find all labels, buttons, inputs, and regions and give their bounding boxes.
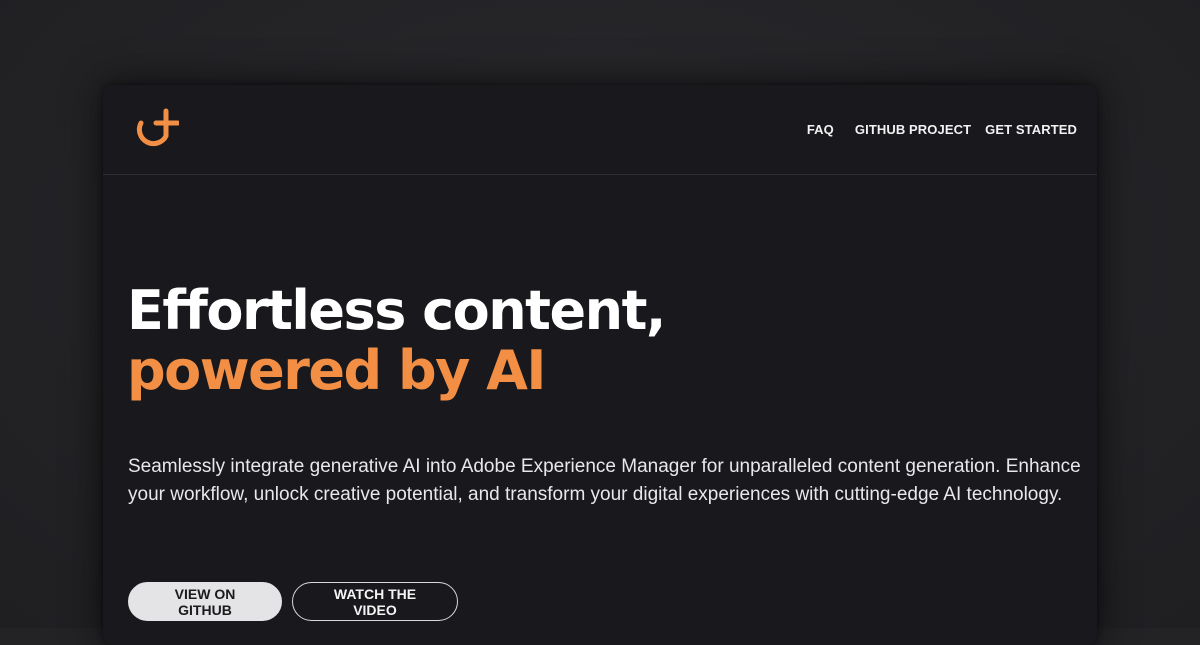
headline-line-1: Effortless content,	[127, 279, 666, 342]
nav-link-get-started[interactable]: GET STARTED	[985, 122, 1077, 137]
nav-link-github-project[interactable]: GITHUB PROJECT	[855, 122, 971, 137]
hero-description: Seamlessly integrate generative AI into …	[128, 456, 1081, 505]
headline-line-2: powered by AI	[127, 339, 547, 402]
hero-headline: Effortless content, powered by AI	[127, 279, 666, 402]
logo-icon[interactable]	[127, 107, 179, 159]
view-on-github-button[interactable]: VIEW ON GITHUB	[128, 582, 282, 621]
watch-video-button[interactable]: WATCH THE VIDEO	[292, 582, 458, 621]
hero-buttons: VIEW ON GITHUB WATCH THE VIDEO	[128, 582, 458, 621]
landing-card: FAQ GITHUB PROJECT GET STARTED Effortles…	[103, 85, 1097, 645]
nav-link-faq[interactable]: FAQ	[807, 122, 834, 137]
site-header: FAQ GITHUB PROJECT GET STARTED	[103, 85, 1097, 175]
main-nav: FAQ GITHUB PROJECT GET STARTED	[807, 122, 1077, 137]
